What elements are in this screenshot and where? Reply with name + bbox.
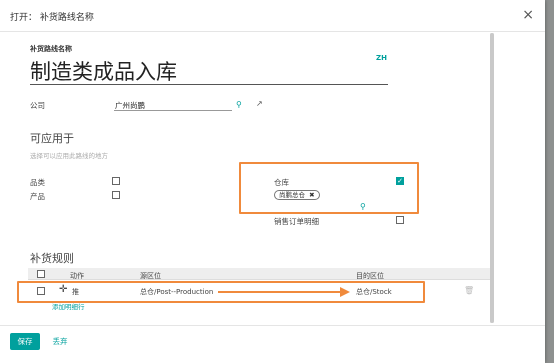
route-name-input[interactable]: 制造类成品入库	[30, 56, 177, 86]
external-link-icon[interactable]: ↗	[256, 99, 263, 108]
sale-line-label: 销售订单明细	[274, 217, 319, 226]
warehouse-highlight-box	[239, 162, 419, 214]
product-category-label: 品类	[30, 178, 45, 187]
rule-row-highlight-box	[17, 281, 425, 303]
product-label: 产品	[30, 192, 45, 201]
select-all-checkbox[interactable]	[37, 270, 45, 278]
discard-button[interactable]: 丢弃	[47, 333, 73, 350]
product-checkbox[interactable]	[112, 191, 120, 199]
modal-title: 打开： 补货路线名称	[10, 13, 94, 23]
close-icon[interactable]: ×	[522, 7, 534, 23]
company-field-underline	[114, 110, 232, 111]
column-source-location[interactable]: 源区位	[140, 271, 161, 281]
product-category-checkbox[interactable]	[112, 177, 120, 185]
sale-line-checkbox[interactable]	[396, 216, 404, 224]
route-name-label: 补货路线名称	[30, 45, 72, 53]
applicable-section-title: 可应用于	[30, 132, 74, 145]
modal-footer	[0, 325, 545, 363]
company-label: 公司	[30, 101, 45, 110]
route-name-underline	[30, 84, 388, 85]
column-action[interactable]: 动作	[70, 271, 84, 281]
language-button[interactable]: ZH	[376, 54, 387, 62]
trash-icon[interactable]: 🗑	[464, 286, 474, 295]
search-icon[interactable]: ⚲	[236, 100, 242, 109]
save-button[interactable]: 保存	[10, 333, 40, 350]
rules-section-title: 补货规则	[30, 252, 74, 265]
modal-header: 打开： 补货路线名称 ×	[0, 0, 545, 32]
background-strip-right	[544, 0, 554, 363]
scrollbar-thumb[interactable]	[490, 33, 494, 323]
column-dest-location[interactable]: 目的区位	[356, 271, 384, 281]
applicable-help-text: 选择可以应用此路线的地方	[30, 152, 108, 160]
rules-table-header	[28, 268, 490, 280]
add-line-link[interactable]: 添加明细行	[52, 301, 85, 311]
